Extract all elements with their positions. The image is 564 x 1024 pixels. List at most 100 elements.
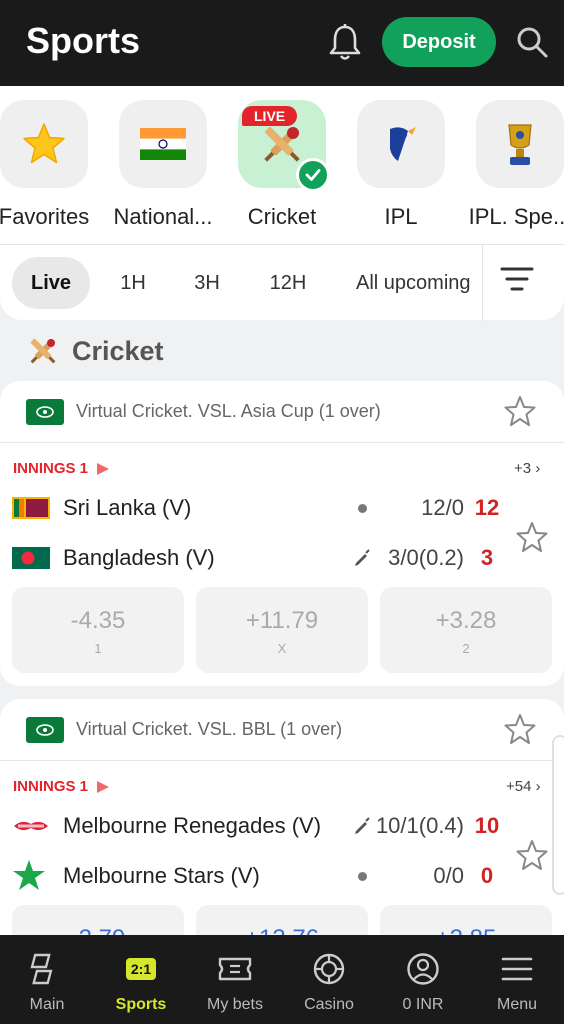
odds-label: 2 xyxy=(462,641,470,656)
account-icon xyxy=(405,951,441,987)
nav-label: My bets xyxy=(206,996,263,1013)
time-filter-bar: Live 1H 3H 12H All upcoming xyxy=(0,244,564,321)
team-runs: 0 xyxy=(480,863,494,888)
team-runs: 10 xyxy=(474,813,500,838)
ipl-logo-icon xyxy=(390,127,416,161)
team-score: 10/1(0.4) xyxy=(375,813,464,838)
chevron-right-icon: › xyxy=(535,460,541,477)
innings-label: INNINGS 1 xyxy=(13,460,89,477)
nav-my-bets[interactable]: My bets xyxy=(188,935,282,1024)
odds-value: +11.79 xyxy=(245,607,319,634)
cricket-icon xyxy=(30,338,56,364)
odds-value: -4.35 xyxy=(70,607,126,634)
deposit-button[interactable]: Deposit xyxy=(382,17,496,67)
nav-label: 0 INR xyxy=(402,996,444,1013)
sports-score-icon: 2:1 xyxy=(123,951,159,987)
search-icon[interactable] xyxy=(514,24,550,60)
more-markets-count: +54 xyxy=(506,778,532,795)
india-flag-icon xyxy=(140,128,186,160)
more-markets-count: +3 xyxy=(514,460,532,477)
category-tile[interactable]: LIVE xyxy=(238,100,330,192)
batting-bat-icon xyxy=(355,549,370,566)
filter-icon[interactable] xyxy=(500,264,534,294)
category-tile[interactable] xyxy=(119,100,207,188)
nav-sports[interactable]: 2:1 Sports xyxy=(94,935,188,1024)
more-markets-link[interactable]: +3 › xyxy=(514,460,540,477)
inactive-dot-icon xyxy=(358,872,367,881)
nav-label: Sports xyxy=(115,996,167,1013)
inactive-dot-icon xyxy=(358,504,367,513)
bell-icon[interactable] xyxy=(326,22,364,62)
nav-account[interactable]: 0 INR xyxy=(376,935,470,1024)
odds-label: 1 xyxy=(94,641,102,656)
team-score: 3/0(0.2) xyxy=(388,545,464,570)
filter-all-upcoming[interactable]: All upcoming xyxy=(340,257,482,309)
menu-icon xyxy=(499,951,535,987)
league-name: Virtual Cricket. VSL. BBL (1 over) xyxy=(76,719,343,739)
league-name: Virtual Cricket. VSL. Asia Cup (1 over) xyxy=(76,401,381,421)
league-flag-icon xyxy=(26,399,64,425)
melbourne-renegades-logo-icon xyxy=(14,821,48,831)
innings-label: INNINGS 1 xyxy=(13,778,89,795)
team-name: Melbourne Stars (V) xyxy=(63,863,260,888)
nav-menu[interactable]: Menu xyxy=(470,935,564,1024)
sport-categories: Favorites National... LIVE Cricket IPL I… xyxy=(0,86,564,244)
team-runs: 3 xyxy=(480,545,494,570)
nav-label: Casino xyxy=(304,996,354,1013)
category-tile[interactable] xyxy=(0,100,88,188)
page-title: Sports xyxy=(26,20,141,61)
team-runs: 12 xyxy=(474,495,500,520)
team-name: Bangladesh (V) xyxy=(63,545,215,570)
filter-1h[interactable]: 1H xyxy=(104,257,162,309)
innings-status: INNINGS 1 xyxy=(13,460,110,477)
category-label: IPL. Spe... xyxy=(468,204,564,229)
live-badge: LIVE xyxy=(242,106,298,126)
melbourne-stars-logo-icon xyxy=(13,860,45,890)
team-name: Sri Lanka (V) xyxy=(63,495,192,520)
section-header: Cricket xyxy=(26,334,164,368)
odds-value: +3.28 xyxy=(435,607,497,634)
league-header[interactable]: Virtual Cricket. VSL. BBL (1 over) xyxy=(0,699,564,761)
main-icon xyxy=(29,951,65,987)
side-panel-handle[interactable] xyxy=(552,735,564,895)
filter-12h[interactable]: 12H xyxy=(256,257,320,309)
chevron-right-icon: › xyxy=(535,778,541,795)
filter-divider xyxy=(482,245,483,321)
league-flag-icon xyxy=(26,717,64,743)
nav-casino[interactable]: Casino xyxy=(282,935,376,1024)
favorite-star-icon[interactable] xyxy=(504,713,536,745)
team-score: 12/0 xyxy=(421,495,464,520)
bangladesh-flag-icon xyxy=(12,547,50,569)
match-favorite-star-icon[interactable] xyxy=(516,521,548,553)
nav-label: Main xyxy=(29,996,65,1013)
nav-main[interactable]: Main xyxy=(0,935,94,1024)
team-row: Melbourne Renegades (V) 10/1(0.4) 10 xyxy=(12,805,552,845)
check-icon xyxy=(296,158,330,192)
team-row: Melbourne Stars (V) 0/0 0 xyxy=(12,855,552,895)
play-icon xyxy=(97,462,110,475)
category-tile[interactable] xyxy=(476,100,564,188)
casino-chip-icon xyxy=(311,951,347,987)
filter-3h[interactable]: 3H xyxy=(178,257,236,309)
trophy-icon xyxy=(508,124,532,165)
team-name: Melbourne Renegades (V) xyxy=(63,813,322,838)
odds-button-home[interactable]: -4.35 1 xyxy=(12,587,184,673)
league-header[interactable]: Virtual Cricket. VSL. Asia Cup (1 over) xyxy=(0,381,564,443)
match-card: Virtual Cricket. VSL. Asia Cup (1 over) … xyxy=(0,381,564,686)
odds-label: X xyxy=(277,641,287,656)
odds-button-away[interactable]: +3.28 2 xyxy=(380,587,552,673)
team-row: Sri Lanka (V) 12/0 12 xyxy=(12,487,552,527)
sports-badge: 2:1 xyxy=(125,958,157,980)
innings-status: INNINGS 1 xyxy=(13,778,110,795)
filter-live[interactable]: Live xyxy=(12,257,90,309)
match-favorite-star-icon[interactable] xyxy=(516,839,548,871)
category-tile[interactable] xyxy=(357,100,445,188)
batting-bat-icon xyxy=(355,817,370,834)
favorite-star-icon[interactable] xyxy=(504,395,536,427)
odds-button-draw[interactable]: +11.79 X xyxy=(196,587,368,673)
more-markets-link[interactable]: +54 › xyxy=(506,778,541,795)
nav-label: Menu xyxy=(496,996,538,1013)
sri-lanka-flag-icon xyxy=(12,497,50,519)
section-title: Cricket xyxy=(72,335,164,366)
star-icon xyxy=(23,123,65,164)
